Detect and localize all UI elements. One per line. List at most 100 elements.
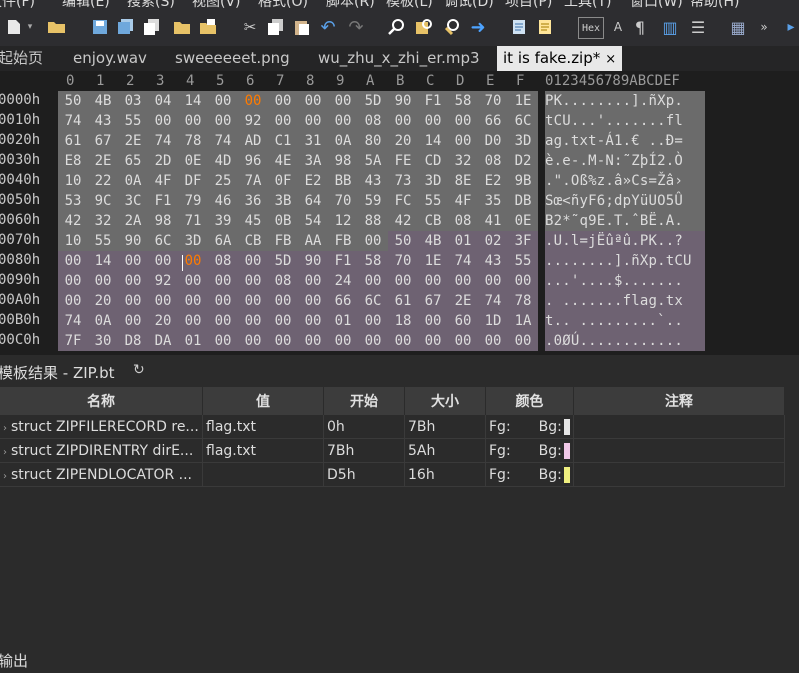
hex-byte[interactable]: 71 [178,211,208,231]
color-cell[interactable]: Fg: Bg: [485,438,574,463]
struct-name-cell[interactable]: › struct ZIPENDLOCATOR ... [0,462,203,487]
hex-byte[interactable]: 78 [178,131,208,151]
hex-byte[interactable]: 70 [478,91,508,111]
menu-item-8[interactable]: 项目(P) [505,0,552,8]
hex-byte[interactable]: 90 [388,91,418,111]
hex-byte[interactable]: 3D [178,231,208,251]
hex-byte[interactable]: 80 [358,131,388,151]
hex-byte[interactable]: E8 [58,151,88,171]
hex-byte[interactable]: 00 [268,111,298,131]
hex-byte[interactable]: DF [178,171,208,191]
hex-byte[interactable]: 1A [508,311,538,331]
hex-byte[interactable]: 00 [508,331,538,351]
hex-byte[interactable]: 2E [118,131,148,151]
hex-byte[interactable]: 73 [388,171,418,191]
hex-byte[interactable]: 00 [448,271,478,291]
hex-byte[interactable]: 74 [58,111,88,131]
ascii-text[interactable]: . .......flag.tx [545,291,705,311]
hex-row[interactable]: 0080h 00 14 00 00 00 08 00 5D 90 F1 58 70 1E 74 43 55...… [0,251,799,271]
hex-byte[interactable]: 22 [88,171,118,191]
hex-row[interactable]: 0090h 00 00 00 92 00 00 00 08 00 24 00 00 00 00 00 00...… [0,271,799,291]
hex-byte[interactable]: 3D [508,131,538,151]
hex-byte[interactable]: 64 [298,191,328,211]
hex-byte[interactable]: 00 [388,271,418,291]
ascii-text[interactable]: tCU...'.......fl [545,111,705,131]
hex-byte[interactable]: 00 [328,91,358,111]
hex-byte[interactable]: 67 [418,291,448,311]
hex-byte[interactable]: 9B [508,171,538,191]
hex-byte[interactable]: 00 [418,111,448,131]
template-row[interactable]: › struct ZIPDIRENTRY dirE... flag.txt 7Bh 5A… [0,438,785,463]
hex-byte[interactable]: 03 [118,91,148,111]
hex-row[interactable]: 0050h 53 9C 3C F1 79 46 36 3B 64 70 59 FC 55 4F 35 DB Sœ<… [0,191,799,211]
hex-byte[interactable]: 66 [328,291,358,311]
open-icon[interactable] [198,17,218,37]
hex-byte[interactable]: 90 [118,231,148,251]
hex-byte[interactable]: 5D [268,251,298,271]
hex-byte[interactable]: 00 [418,331,448,351]
hex-byte[interactable]: 00 [508,271,538,291]
hex-byte[interactable]: 00 [118,271,148,291]
menu-item-1[interactable]: 编辑(E) [62,0,110,8]
hex-byte[interactable]: D8 [118,331,148,351]
hex-byte[interactable]: 4F [448,191,478,211]
hex-byte[interactable]: D2 [508,151,538,171]
color-cell[interactable]: Fg: Bg: [485,462,574,487]
column-comment[interactable]: 注释 [573,387,785,415]
hex-byte[interactable]: 60 [448,311,478,331]
hex-byte[interactable]: FB [328,231,358,251]
hex-byte[interactable]: 5A [358,151,388,171]
menu-item-4[interactable]: 格式(O) [258,0,308,8]
hex-byte[interactable]: 6C [148,231,178,251]
ascii-text[interactable]: .".Oß%z.â»Cs=Žâ› [545,171,705,191]
find-replace-icon[interactable] [414,17,434,37]
hex-byte[interactable]: 00 [208,91,238,111]
hex-byte[interactable]: 00 [448,131,478,151]
pilcrow-icon[interactable]: ¶ [632,17,648,37]
undo-icon[interactable]: ↶ [318,17,338,38]
menu-item-3[interactable]: 视图(V) [192,0,241,8]
hex-byte[interactable]: 08 [208,251,238,271]
refresh-icon[interactable]: ↻ [133,362,145,378]
hex-byte[interactable]: 00 [208,291,238,311]
hex-byte[interactable]: 00 [178,291,208,311]
hex-byte[interactable]: 02 [478,231,508,251]
hex-byte[interactable]: 0A [118,171,148,191]
hex-byte[interactable]: 32 [88,211,118,231]
hex-byte[interactable]: 00 [208,111,238,131]
hex-editor[interactable]: 0 1 2 3 4 5 6 7 8 9 A B C D E F 0123456789ABCDEF 0000h 50… [0,71,799,355]
hex-byte[interactable]: 9C [88,191,118,211]
hex-row[interactable]: 0020h 61 67 2E 74 78 74 AD C1 31 0A 80 20 14 00 D0 3D ag.… [0,131,799,151]
hex-byte[interactable]: 00 [208,331,238,351]
redo-icon[interactable]: ↷ [346,17,366,38]
ascii-text[interactable]: PK........].ñXp. [545,91,705,111]
hex-byte[interactable]: 00 [88,271,118,291]
hex-byte[interactable]: 00 [268,91,298,111]
ascii-text[interactable]: è.e-.M-N:˜ZþÍ2.Ò [545,151,705,171]
hex-byte[interactable]: 00 [148,251,178,271]
expand-icon[interactable]: » [756,17,772,37]
hex-row[interactable]: 0010h 74 43 55 00 00 00 92 00 00 00 08 00 00 00 66 6C tCU… [0,111,799,131]
hex-byte[interactable]: 42 [388,211,418,231]
ascii-text[interactable]: ...'....$....... [545,271,705,291]
hex-byte[interactable]: E2 [298,171,328,191]
goto-icon[interactable] [442,17,462,37]
hex-byte[interactable]: 00 [178,111,208,131]
hex-byte[interactable]: 00 [418,311,448,331]
ascii-text[interactable]: ag.txt-Á1.€ ..Ð= [545,131,705,151]
column-value[interactable]: 值 [202,387,324,415]
menu-item-0[interactable]: 文件(F) [0,0,35,8]
folder-icon[interactable] [172,17,192,37]
hex-byte[interactable]: 0E [178,151,208,171]
cut-icon[interactable]: ✂ [240,17,260,37]
paste-icon[interactable] [292,17,312,37]
hex-row[interactable]: 0070h 10 55 90 6C 3D 6A CB FB AA FB 00 50 4B 01 02 3F .U.… [0,231,799,251]
hex-byte[interactable]: 98 [148,211,178,231]
hex-byte[interactable]: 4D [208,151,238,171]
save-all-icon[interactable] [116,17,136,37]
hex-byte[interactable]: F1 [418,91,448,111]
hex-row[interactable]: 0040h 10 22 0A 4F DF 25 7A 0F E2 BB 43 73 3D 8E E2 9B .".… [0,171,799,191]
hex-byte[interactable]: 00 [268,331,298,351]
hex-byte[interactable]: F1 [148,191,178,211]
hex-byte[interactable]: 2E [88,151,118,171]
